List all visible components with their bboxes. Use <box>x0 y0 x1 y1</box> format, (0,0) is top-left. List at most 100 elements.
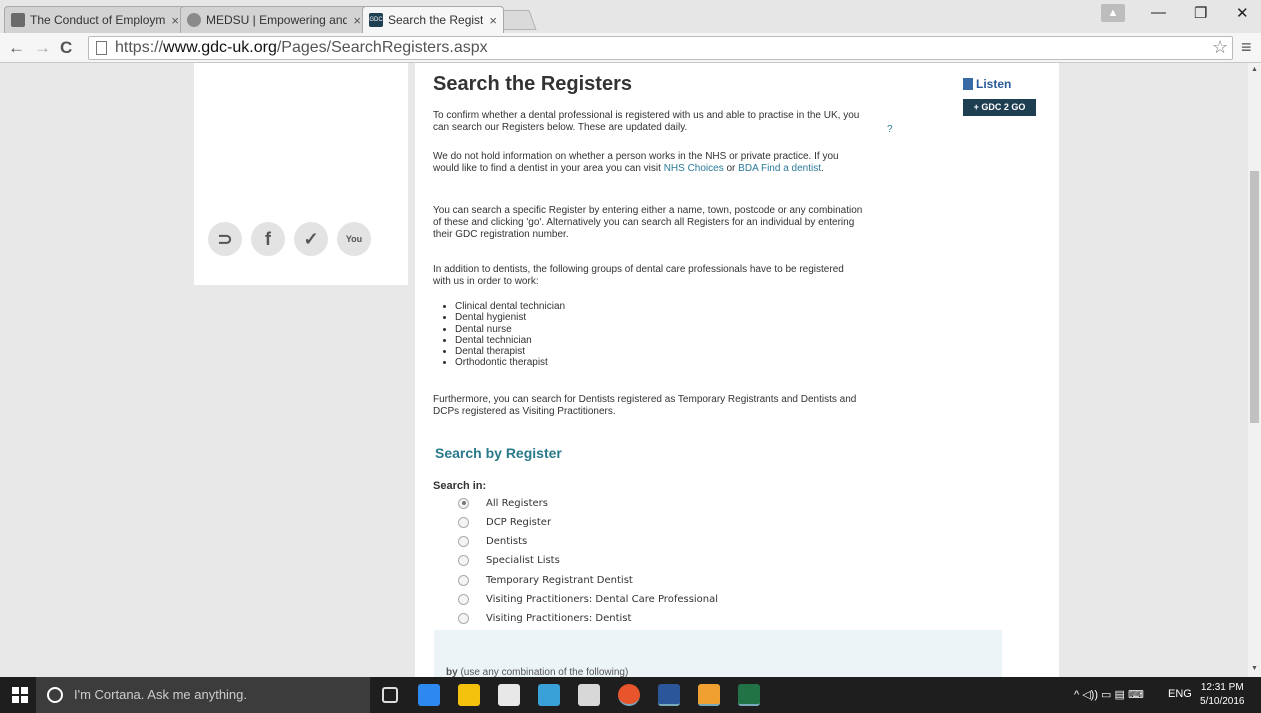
taskbar-clock[interactable]: 12:31 PM 5/10/2016 <box>1200 681 1245 709</box>
gdc2go-button[interactable]: + GDC 2 GO <box>963 99 1036 116</box>
radio-button[interactable] <box>458 554 469 566</box>
bookmark-star-icon[interactable]: ☆ <box>1212 37 1228 58</box>
nhs-suffix-text: . <box>821 163 824 174</box>
radio-label: Temporary Registrant Dentist <box>486 574 633 586</box>
chrome-icon[interactable] <box>618 684 640 706</box>
bda-find-dentist-link[interactable]: BDA Find a dentist <box>738 163 821 174</box>
url-path: /Pages/SearchRegisters.aspx <box>276 39 488 56</box>
education-app-icon[interactable] <box>578 684 600 706</box>
back-arrow-icon[interactable]: ← <box>8 38 25 58</box>
tab-conduct-of-employment[interactable]: The Conduct of Employme × <box>4 6 186 33</box>
main-content: Search the Registers Listen + GDC 2 GO T… <box>415 63 1059 677</box>
address-bar[interactable]: https://www.gdc-uk.org/Pages/SearchRegis… <box>88 36 1233 60</box>
minimize-icon[interactable]: — <box>1151 4 1166 21</box>
rss-icon[interactable]: ⊃ <box>208 222 242 256</box>
scroll-up-icon[interactable]: ▲ <box>1251 66 1258 73</box>
list-item: Orthodontic therapist <box>455 357 565 368</box>
scroll-down-icon[interactable]: ▼ <box>1251 665 1258 672</box>
radio-label: Specialist Lists <box>486 554 560 566</box>
search-criteria-panel: by (use any combination of the following… <box>434 630 1002 677</box>
radio-label: Dentists <box>486 535 528 547</box>
social-sidebar: ⊃ f ✓ You <box>194 63 408 285</box>
radio-dcp-register[interactable]: DCP Register <box>458 513 551 531</box>
document-favicon-icon <box>11 13 25 27</box>
tab-search-the-registers[interactable]: GDC Search the Registers × <box>362 6 504 33</box>
radio-all-registers[interactable]: All Registers <box>458 494 548 512</box>
by-hint: by (use any combination of the following… <box>446 667 628 677</box>
page-scrollbar[interactable]: ▲ ▼ <box>1248 63 1261 677</box>
forward-arrow-icon[interactable]: → <box>34 38 51 58</box>
browser-toolbar: ← → C https://www.gdc-uk.org/Pages/Searc… <box>0 33 1261 63</box>
close-window-icon[interactable]: ✕ <box>1236 4 1249 22</box>
by-hint-text: (use any combination of the following) <box>460 667 629 677</box>
radio-button[interactable] <box>458 612 469 624</box>
page-icon <box>96 41 107 55</box>
tab-title: MEDSU | Empowering and <box>206 13 348 27</box>
excel-icon[interactable] <box>738 684 760 706</box>
search-instructions-paragraph: You can search a specific Register by en… <box>433 205 863 240</box>
tab-title: The Conduct of Employme <box>30 13 166 27</box>
clock-date: 5/10/2016 <box>1200 696 1245 707</box>
task-view-icon[interactable] <box>382 687 398 703</box>
nhs-choices-link[interactable]: NHS Choices <box>664 163 724 174</box>
system-tray-icons[interactable]: ^ ◁)) ▭ ▤ ⌨ <box>1074 688 1144 701</box>
radio-button[interactable] <box>458 535 469 547</box>
profile-icon[interactable]: ▲ <box>1101 4 1125 22</box>
further-paragraph: Furthermore, you can search for Dentists… <box>433 394 857 417</box>
cortana-placeholder: I'm Cortana. Ask me anything. <box>74 687 248 702</box>
list-item: Dental hygienist <box>455 312 565 323</box>
radio-temporary-registrant-dentist[interactable]: Temporary Registrant Dentist <box>458 571 633 589</box>
radio-button[interactable] <box>458 574 469 586</box>
nhs-or-text: or <box>723 163 739 174</box>
restore-icon[interactable]: ❐ <box>1194 4 1207 22</box>
radio-label: All Registers <box>486 497 548 509</box>
radio-button[interactable] <box>458 497 469 509</box>
language-indicator[interactable]: ENG <box>1168 688 1192 700</box>
radio-label: Visiting Practitioners: Dentist <box>486 612 632 624</box>
edge-icon[interactable] <box>418 684 440 706</box>
radio-label: Visiting Practitioners: Dental Care Prof… <box>486 593 719 605</box>
close-tab-icon[interactable]: × <box>489 13 497 28</box>
page-title: Search the Registers <box>433 73 632 95</box>
outlook-icon[interactable] <box>698 684 720 706</box>
page-viewport: ⊃ f ✓ You Search the Registers Listen + … <box>0 63 1261 677</box>
groups-paragraph: In addition to dentists, the following g… <box>433 264 844 287</box>
medsu-favicon-icon <box>187 13 201 27</box>
list-item: Clinical dental technician <box>455 301 565 312</box>
tab-medsu[interactable]: MEDSU | Empowering and × <box>180 6 368 33</box>
tab-title: Search the Registers <box>388 13 484 27</box>
close-tab-icon[interactable]: × <box>171 13 179 28</box>
tab-strip: The Conduct of Employme × MEDSU | Empowe… <box>0 0 1261 33</box>
radio-label: DCP Register <box>486 516 552 528</box>
list-item: Dental therapist <box>455 346 565 357</box>
help-link[interactable]: ? <box>887 124 893 135</box>
radio-button[interactable] <box>458 516 469 528</box>
file-explorer-icon[interactable] <box>458 684 480 706</box>
listen-button[interactable]: Listen <box>963 77 1011 91</box>
by-label: by <box>446 667 458 677</box>
radio-specialist-lists[interactable]: Specialist Lists <box>458 551 560 569</box>
gdc-favicon-icon: GDC <box>369 13 383 27</box>
radio-visiting-dcp[interactable]: Visiting Practitioners: Dental Care Prof… <box>458 590 718 608</box>
speaker-icon <box>963 78 973 90</box>
search-in-label: Search in: <box>433 480 487 492</box>
cortana-search-box[interactable]: I'm Cortana. Ask me anything. <box>36 677 370 713</box>
menu-icon[interactable]: ≡ <box>1241 37 1252 58</box>
facebook-icon[interactable]: f <box>251 222 285 256</box>
store-icon[interactable] <box>498 684 520 706</box>
twitter-icon[interactable]: ✓ <box>294 222 328 256</box>
radio-button[interactable] <box>458 593 469 605</box>
youtube-icon[interactable]: You <box>337 222 371 256</box>
windows-taskbar: I'm Cortana. Ask me anything. ^ ◁)) ▭ ▤ … <box>0 677 1261 713</box>
media-player-icon[interactable] <box>538 684 560 706</box>
windows-start-icon[interactable] <box>12 687 28 703</box>
scrollbar-thumb[interactable] <box>1250 171 1259 423</box>
clock-time: 12:31 PM <box>1200 682 1244 693</box>
reload-icon[interactable]: C <box>60 38 72 58</box>
nhs-paragraph: We do not hold information on whether a … <box>433 151 863 175</box>
radio-visiting-dentist[interactable]: Visiting Practitioners: Dentist <box>458 609 631 627</box>
close-tab-icon[interactable]: × <box>353 13 361 28</box>
radio-dentists[interactable]: Dentists <box>458 532 527 550</box>
url-host: www.gdc-uk.org <box>163 39 277 56</box>
word-icon[interactable] <box>658 684 680 706</box>
